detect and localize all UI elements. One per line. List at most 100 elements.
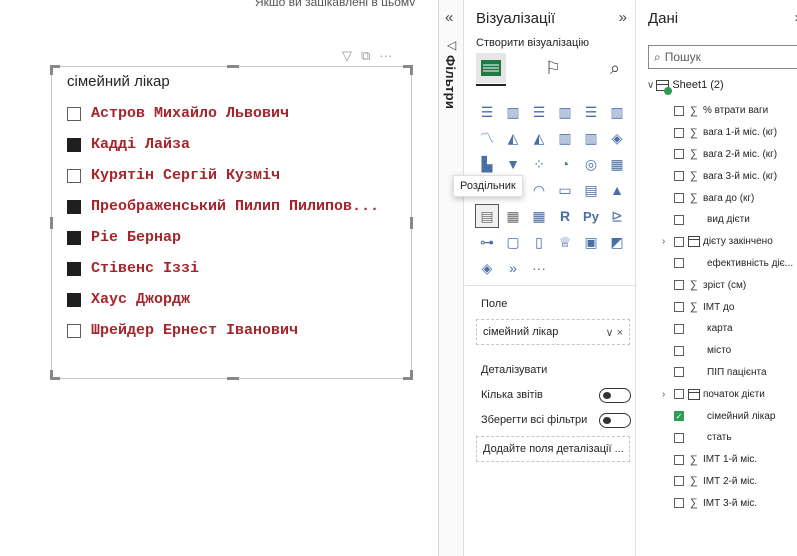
field-checkbox[interactable] <box>674 127 684 138</box>
build-visual-tab-icon[interactable] <box>476 53 506 83</box>
field-row[interactable]: ∑ вага 3-й міс. (кг) <box>637 165 797 187</box>
field-row[interactable]: ∑ вага 2-й міс. (кг) <box>637 144 797 166</box>
field-well-controls-icon[interactable]: ∨ × <box>605 326 623 339</box>
line-chart-icon[interactable]: 〽 <box>476 127 498 149</box>
area-chart-icon[interactable]: ◭ <box>502 127 524 149</box>
qa-visual-icon[interactable]: ▢ <box>502 231 524 253</box>
add-drillthrough-field-well[interactable]: Додайте поля деталізації ... <box>476 436 630 462</box>
resize-handle[interactable] <box>403 65 413 75</box>
stacked-column-chart-icon[interactable]: ▥ <box>502 101 524 123</box>
field-row[interactable]: ∑ вага до (кг) <box>637 187 797 209</box>
card-icon[interactable]: ▭ <box>554 179 576 201</box>
100-bar-chart-icon[interactable]: ☰ <box>580 101 602 123</box>
multi-row-card-icon[interactable]: ▤ <box>580 179 602 201</box>
chevron-right-icon[interactable]: › <box>662 389 665 400</box>
clustered-column-chart-icon[interactable]: ▥ <box>554 101 576 123</box>
power-automate-icon[interactable]: ◈ <box>476 257 498 279</box>
field-row[interactable]: карта <box>637 318 797 340</box>
r-visual-icon[interactable]: R <box>554 205 576 227</box>
filter-icon[interactable]: ▽ <box>342 49 352 63</box>
decomposition-tree-icon[interactable]: ⊶ <box>476 231 498 253</box>
expand-filters-icon[interactable]: « <box>445 9 453 26</box>
field-checkbox[interactable] <box>674 236 684 247</box>
ribbon-chart-icon[interactable]: ◈ <box>606 127 628 149</box>
slicer-checkbox[interactable] <box>67 137 81 152</box>
data-search-input[interactable]: ⌕ Пошук <box>648 45 797 69</box>
filters-pane-label[interactable]: Фільтри <box>443 55 458 109</box>
funnel-chart-icon[interactable]: ▼ <box>502 153 524 175</box>
field-checkbox[interactable] <box>674 302 684 313</box>
slicer-item[interactable]: Астров Михайло Львович <box>67 98 407 129</box>
slicer-item[interactable]: Шрейдер Ернест Іванович <box>67 315 407 346</box>
kpi-icon[interactable]: ▲ <box>606 179 628 201</box>
field-row[interactable]: ефективність діє... <box>637 253 797 275</box>
paginated-report-icon[interactable]: ▣ <box>580 231 602 253</box>
slicer-checkbox[interactable] <box>67 261 81 276</box>
slicer-checkbox[interactable] <box>67 323 81 338</box>
filters-pane-collapsed[interactable]: « ◁ Фільтри <box>439 0 464 556</box>
keep-filters-toggle[interactable] <box>599 412 631 428</box>
power-apps-icon[interactable]: ◩ <box>606 231 628 253</box>
stacked-bar-chart-icon[interactable]: ☰ <box>476 101 498 123</box>
field-checkbox[interactable] <box>674 258 684 269</box>
slicer-checkbox[interactable] <box>67 168 81 183</box>
cross-report-toggle[interactable] <box>599 387 631 403</box>
slicer-checkbox[interactable] <box>67 292 81 307</box>
donut-chart-icon[interactable]: ◎ <box>580 153 602 175</box>
100-column-chart-icon[interactable]: ▥ <box>606 101 628 123</box>
metrics-trophy-icon[interactable]: ♕ <box>554 231 576 253</box>
slicer-item[interactable]: Ріе Бернар <box>67 222 407 253</box>
power-automate-flow-icon[interactable]: » <box>502 257 524 279</box>
field-checkbox[interactable]: ✓ <box>674 411 684 422</box>
field-row[interactable]: ∑ ІМТ до <box>637 296 797 318</box>
more-visuals-icon[interactable]: ··· <box>528 257 550 279</box>
waterfall-chart-icon[interactable]: ▙ <box>476 153 498 175</box>
field-row[interactable]: › початок дієти <box>637 383 797 405</box>
pie-chart-icon[interactable]: ◔ <box>554 153 576 175</box>
field-row[interactable]: ∑ вага 1-й міс. (кг) <box>637 122 797 144</box>
resize-handle[interactable] <box>403 370 413 380</box>
treemap-icon[interactable]: ▦ <box>606 153 628 175</box>
slicer-item[interactable]: Стівенс Іззі <box>67 253 407 284</box>
key-influencers-icon[interactable]: ⊵ <box>606 205 628 227</box>
resize-handle[interactable] <box>227 65 239 68</box>
slicer-item[interactable]: Курятін Сергій Кузміч <box>67 160 407 191</box>
field-checkbox[interactable] <box>674 432 684 443</box>
field-checkbox[interactable] <box>674 214 684 225</box>
smart-narrative-icon[interactable]: ▯ <box>528 231 550 253</box>
field-checkbox[interactable] <box>674 454 684 465</box>
format-visual-tab-icon[interactable]: ⚐ <box>538 53 568 83</box>
table-visual-icon[interactable]: ▦ <box>502 205 524 227</box>
chevron-down-icon[interactable]: ∨ <box>647 80 654 91</box>
slicer-checkbox[interactable] <box>67 106 81 121</box>
field-row[interactable]: ∑ ІМТ 3-й міс. <box>637 492 797 514</box>
field-checkbox[interactable] <box>674 280 684 291</box>
field-row[interactable]: ПІП пацієнта <box>637 362 797 384</box>
scatter-chart-icon[interactable]: ⁘ <box>528 153 550 175</box>
slicer-item[interactable]: Кадді Лайза <box>67 129 407 160</box>
resize-handle[interactable] <box>410 217 413 229</box>
field-checkbox[interactable] <box>674 171 684 182</box>
field-row[interactable]: вид дієти <box>637 209 797 231</box>
gauge-icon[interactable]: ◠ <box>528 179 550 201</box>
line-column-chart-icon[interactable]: ▥ <box>554 127 576 149</box>
field-checkbox[interactable] <box>674 323 684 334</box>
slicer-checkbox[interactable] <box>67 230 81 245</box>
matrix-visual-icon[interactable]: ▦ <box>528 205 550 227</box>
field-well-item[interactable]: сімейний лікар ∨ × <box>476 319 630 345</box>
collapse-visualizations-icon[interactable]: » <box>619 9 627 26</box>
slicer-item[interactable]: Хаус Джордж <box>67 284 407 315</box>
table-node[interactable]: ∨ Sheet1 (2) <box>647 79 724 95</box>
field-checkbox[interactable] <box>674 105 684 116</box>
field-row[interactable]: місто <box>637 340 797 362</box>
field-checkbox[interactable] <box>674 193 684 204</box>
resize-handle[interactable] <box>50 217 53 229</box>
clustered-bar-chart-icon[interactable]: ☰ <box>528 101 550 123</box>
slicer-visual[interactable]: сімейний лікар Астров Михайло Львович Кад… <box>50 65 413 380</box>
field-row[interactable]: ✓ сімейний лікар <box>637 405 797 427</box>
chevron-right-icon[interactable]: › <box>662 236 665 247</box>
field-checkbox[interactable] <box>674 345 684 356</box>
slicer-checkbox[interactable] <box>67 199 81 214</box>
stacked-area-chart-icon[interactable]: ◭ <box>528 127 550 149</box>
field-checkbox[interactable] <box>674 367 684 378</box>
